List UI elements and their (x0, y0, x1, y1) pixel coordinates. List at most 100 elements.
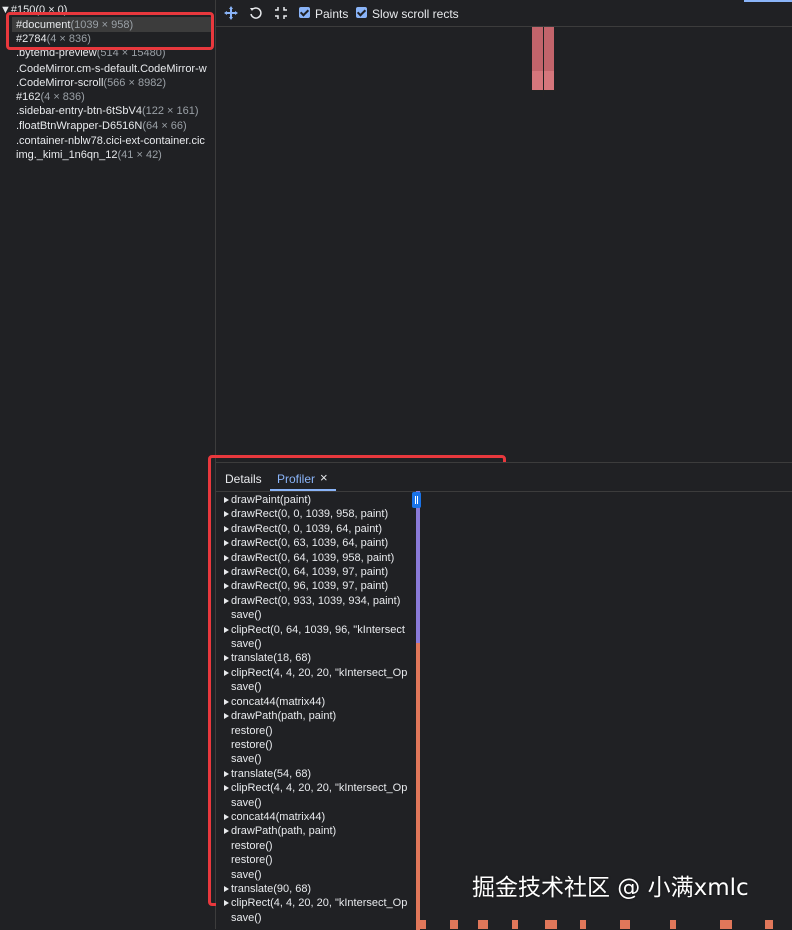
move-icon[interactable] (222, 4, 240, 22)
tab-details[interactable]: Details (225, 472, 262, 486)
command-text: translate(90, 68) (231, 882, 312, 895)
expand-triangle-icon[interactable] (224, 785, 229, 792)
command-row[interactable]: save() (224, 608, 418, 622)
command-row[interactable]: drawPath(path, paint) (224, 709, 418, 723)
command-text: drawRect(0, 96, 1039, 97, paint) (231, 580, 389, 593)
close-icon[interactable]: × (320, 471, 328, 485)
command-row[interactable]: save() (224, 752, 418, 766)
layer-tree-item[interactable]: .CodeMirror-scroll(566 × 8982) (16, 76, 166, 90)
command-row[interactable]: concat44(matrix44) (224, 810, 418, 824)
layer-tree-item[interactable]: .CodeMirror.cm-s-default.CodeMirror-w (16, 62, 207, 76)
command-row[interactable]: drawRect(0, 933, 1039, 934, paint) (224, 594, 418, 608)
layer-tree-item[interactable]: #162(4 × 836) (16, 90, 85, 104)
slow-scroll-checkbox[interactable] (356, 7, 367, 18)
layer-tree-item[interactable]: .container-nblw78.cici-ext-container.cic (16, 134, 205, 148)
expand-triangle-icon[interactable] (224, 497, 229, 503)
tab-profiler[interactable]: Profiler (277, 472, 315, 486)
command-row[interactable]: save() (224, 680, 418, 694)
layer-name: .floatBtnWrapper-D6516N (16, 120, 143, 132)
command-row[interactable]: drawRect(0, 0, 1039, 958, paint) (224, 507, 418, 521)
timeline-bar-orange (416, 643, 420, 930)
command-row[interactable]: translate(18, 68) (224, 651, 418, 665)
expand-triangle-icon[interactable] (224, 626, 229, 633)
layer-tree-item[interactable]: .floatBtnWrapper-D6516N(64 × 66) (16, 119, 187, 133)
command-row[interactable]: translate(54, 68) (224, 767, 418, 781)
command-row[interactable]: drawRect(0, 0, 1039, 64, paint) (224, 522, 418, 536)
command-row[interactable]: save() (224, 796, 418, 810)
command-text: translate(54, 68) (231, 767, 312, 780)
command-text: drawRect(0, 0, 1039, 64, paint) (231, 522, 383, 535)
command-text: drawPath(path, paint) (231, 825, 337, 838)
expand-triangle-icon[interactable] (224, 540, 229, 547)
layer-outline (532, 90, 556, 91)
paints-label[interactable]: Paints (315, 7, 348, 21)
command-text: drawRect(0, 933, 1039, 934, paint) (231, 594, 401, 607)
layer-size: (4 × 836) (40, 91, 85, 103)
command-text: drawPath(path, paint) (231, 710, 337, 723)
expand-triangle-icon[interactable] (224, 569, 229, 576)
expand-triangle-icon[interactable] (224, 698, 229, 705)
command-text: restore() (231, 839, 273, 852)
command-row[interactable]: save() (224, 637, 418, 651)
expand-triangle-icon[interactable] (224, 525, 229, 532)
command-text: save() (231, 609, 262, 622)
slow-scroll-label[interactable]: Slow scroll rects (372, 7, 459, 21)
expand-triangle-icon[interactable] (224, 597, 229, 604)
layer-tree-panel: ▼#150(0 × 0) #document(1039 × 958) #2784(… (0, 0, 216, 929)
command-row[interactable]: drawPath(path, paint) (224, 824, 418, 838)
command-text: restore() (231, 738, 273, 751)
command-row[interactable]: drawRect(0, 96, 1039, 97, paint) (224, 579, 418, 593)
command-row[interactable]: drawRect(0, 64, 1039, 958, paint) (224, 551, 418, 565)
command-row[interactable]: clipRect(0, 64, 1039, 96, "kIntersect (224, 623, 418, 637)
command-text: clipRect(4, 4, 20, 20, "kIntersect_Op (231, 666, 408, 679)
command-row[interactable]: clipRect(4, 4, 20, 20, "kIntersect_Op (224, 896, 418, 910)
expand-triangle-icon[interactable] (224, 713, 229, 720)
layer-tree-item[interactable]: img._kimi_1n6qn_12(41 × 42) (16, 148, 162, 162)
expand-triangle-icon[interactable] (224, 885, 229, 892)
command-row[interactable]: translate(90, 68) (224, 882, 418, 896)
rotate-icon[interactable] (247, 4, 265, 22)
command-text: clipRect(4, 4, 20, 20, "kIntersect_Op (231, 897, 408, 910)
command-row[interactable]: drawPaint(paint) (224, 493, 418, 507)
layer-name: .CodeMirror-scroll (16, 77, 104, 89)
command-text: restore() (231, 724, 273, 737)
expand-triangle-icon[interactable] (224, 554, 229, 561)
command-row[interactable]: drawRect(0, 63, 1039, 64, paint) (224, 536, 418, 550)
panel-tabbar: Details Profiler × (216, 463, 792, 492)
command-row[interactable]: restore() (224, 853, 418, 867)
command-row[interactable]: restore() (224, 839, 418, 853)
command-row[interactable]: restore() (224, 738, 418, 752)
command-row[interactable]: restore() (224, 724, 418, 738)
command-text: save() (231, 911, 262, 924)
reset-view-icon[interactable] (272, 4, 290, 22)
layer-tree-item[interactable]: .sidebar-entry-btn-6tSbV4(122 × 161) (16, 104, 199, 118)
command-text: drawRect(0, 63, 1039, 64, paint) (231, 537, 389, 550)
layers-3d-view[interactable] (216, 27, 792, 452)
command-row[interactable]: clipRect(4, 4, 20, 20, "kIntersect_Op (224, 781, 418, 795)
command-row[interactable]: drawRect(0, 64, 1039, 97, paint) (224, 565, 418, 579)
command-row[interactable]: save() (224, 911, 418, 925)
expand-triangle-icon[interactable] (224, 770, 229, 777)
layers-toolbar: Paints Slow scroll rects (216, 0, 792, 27)
expand-triangle-icon[interactable] (224, 583, 229, 590)
command-row[interactable]: clipRect(4, 4, 20, 20, "kIntersect_Op (224, 666, 418, 680)
layer-name: .CodeMirror.cm-s-default.CodeMirror-w (16, 63, 207, 75)
expand-triangle-icon[interactable] (224, 511, 229, 518)
command-text: save() (231, 638, 262, 651)
command-text: save() (231, 753, 262, 766)
command-row[interactable]: concat44(matrix44) (224, 695, 418, 709)
active-tab-indicator (744, 0, 792, 2)
expand-triangle-icon[interactable] (224, 669, 229, 676)
layer-name: .sidebar-entry-btn-6tSbV4 (16, 105, 142, 117)
command-row[interactable]: save() (224, 868, 418, 882)
timeline-bar-blue (416, 491, 420, 643)
expand-triangle-icon[interactable] (224, 828, 229, 835)
paints-checkbox[interactable] (299, 7, 310, 18)
expand-triangle-icon[interactable] (224, 900, 229, 907)
layer-size: (566 × 8982) (103, 77, 167, 89)
paint-command-list[interactable]: drawPaint(paint) drawRect(0, 0, 1039, 958… (224, 493, 418, 930)
drag-handle-icon[interactable] (412, 492, 421, 508)
active-tab-underline (270, 489, 336, 491)
expand-triangle-icon[interactable] (224, 655, 229, 662)
expand-triangle-icon[interactable] (224, 813, 229, 820)
